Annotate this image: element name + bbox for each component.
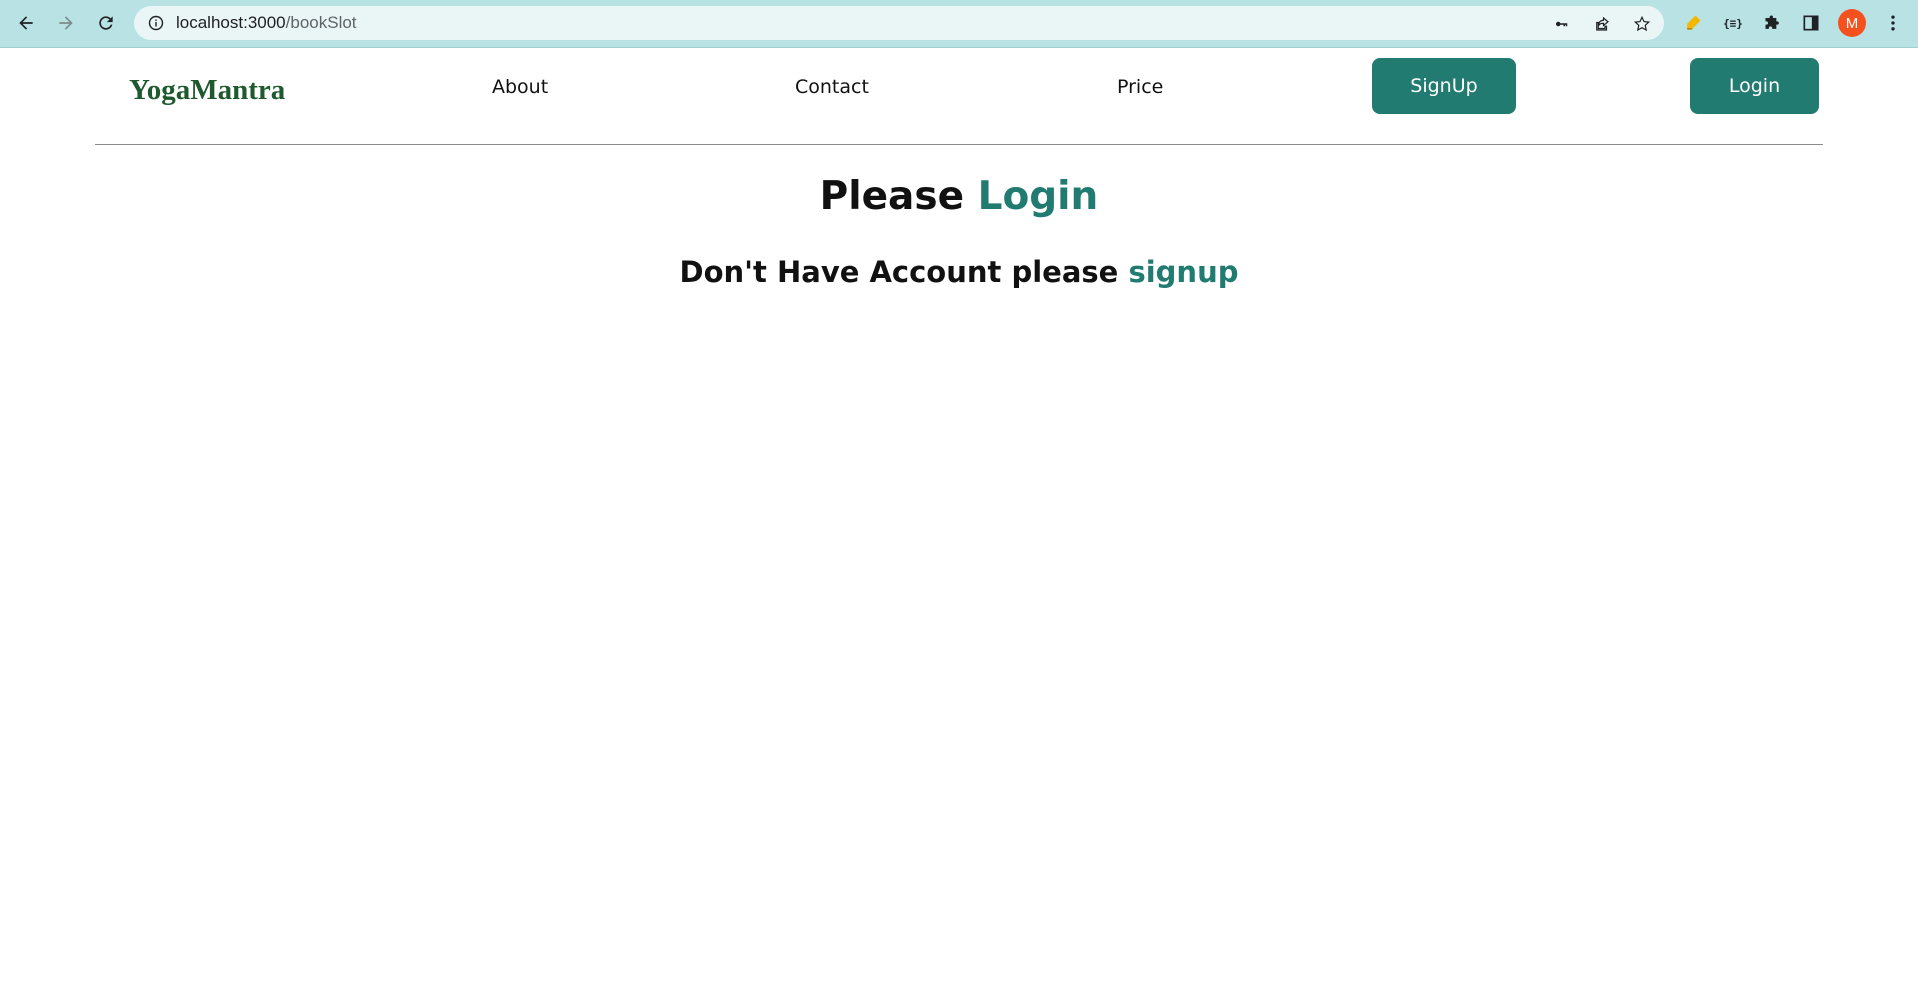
- extension-json-button[interactable]: {≡}: [1720, 10, 1746, 36]
- nav-link-about[interactable]: About: [492, 76, 548, 98]
- password-key-button[interactable]: [1552, 14, 1572, 34]
- side-panel-button[interactable]: [1798, 10, 1824, 36]
- page-subheading: Don't Have Account please signup: [0, 255, 1918, 289]
- share-button[interactable]: [1592, 14, 1612, 34]
- browser-toolbar: localhost:3000/bookSlot {≡} M: [0, 0, 1918, 48]
- signup-link[interactable]: signup: [1128, 255, 1238, 289]
- subheading-prefix: Don't Have Account please: [679, 255, 1119, 289]
- browser-menu-button[interactable]: [1880, 10, 1906, 36]
- login-button[interactable]: Login: [1690, 58, 1819, 114]
- arrow-left-icon: [19, 16, 33, 30]
- json-brackets-icon: {≡}: [1723, 16, 1743, 30]
- url-host: localhost:3000: [176, 13, 286, 32]
- extension-pencil-button[interactable]: [1680, 10, 1706, 36]
- brand-logo[interactable]: YogaMantra: [129, 74, 285, 107]
- key-icon: [1556, 21, 1568, 27]
- site-navbar: YogaMantra About Contact Price SignUp Lo…: [95, 48, 1823, 145]
- forward-button[interactable]: [51, 8, 81, 38]
- puzzle-icon: [1765, 15, 1779, 29]
- star-icon: [1633, 15, 1651, 32]
- profile-avatar[interactable]: M: [1838, 9, 1866, 37]
- signup-button[interactable]: SignUp: [1372, 58, 1516, 114]
- arrow-right-icon: [59, 16, 73, 30]
- address-bar[interactable]: localhost:3000/bookSlot: [134, 6, 1664, 40]
- side-panel-icon: [1803, 15, 1819, 31]
- bookmark-button[interactable]: [1632, 14, 1652, 34]
- url-text[interactable]: localhost:3000/bookSlot: [176, 13, 357, 33]
- more-vertical-icon: [1891, 15, 1895, 31]
- reload-icon: [99, 16, 113, 30]
- page-heading: Please Login: [0, 174, 1918, 219]
- back-button[interactable]: [11, 8, 41, 38]
- url-path: /bookSlot: [285, 13, 357, 32]
- info-icon: [148, 15, 164, 31]
- avatar-letter: M: [1845, 14, 1859, 32]
- reload-button[interactable]: [91, 8, 121, 38]
- extensions-button[interactable]: [1760, 10, 1786, 36]
- login-link[interactable]: Login: [978, 174, 1099, 219]
- nav-link-price[interactable]: Price: [1117, 76, 1163, 98]
- nav-link-contact[interactable]: Contact: [795, 76, 869, 98]
- highlighter-icon: [1687, 15, 1701, 30]
- share-icon: [1596, 16, 1609, 31]
- heading-prefix: Please: [819, 174, 965, 219]
